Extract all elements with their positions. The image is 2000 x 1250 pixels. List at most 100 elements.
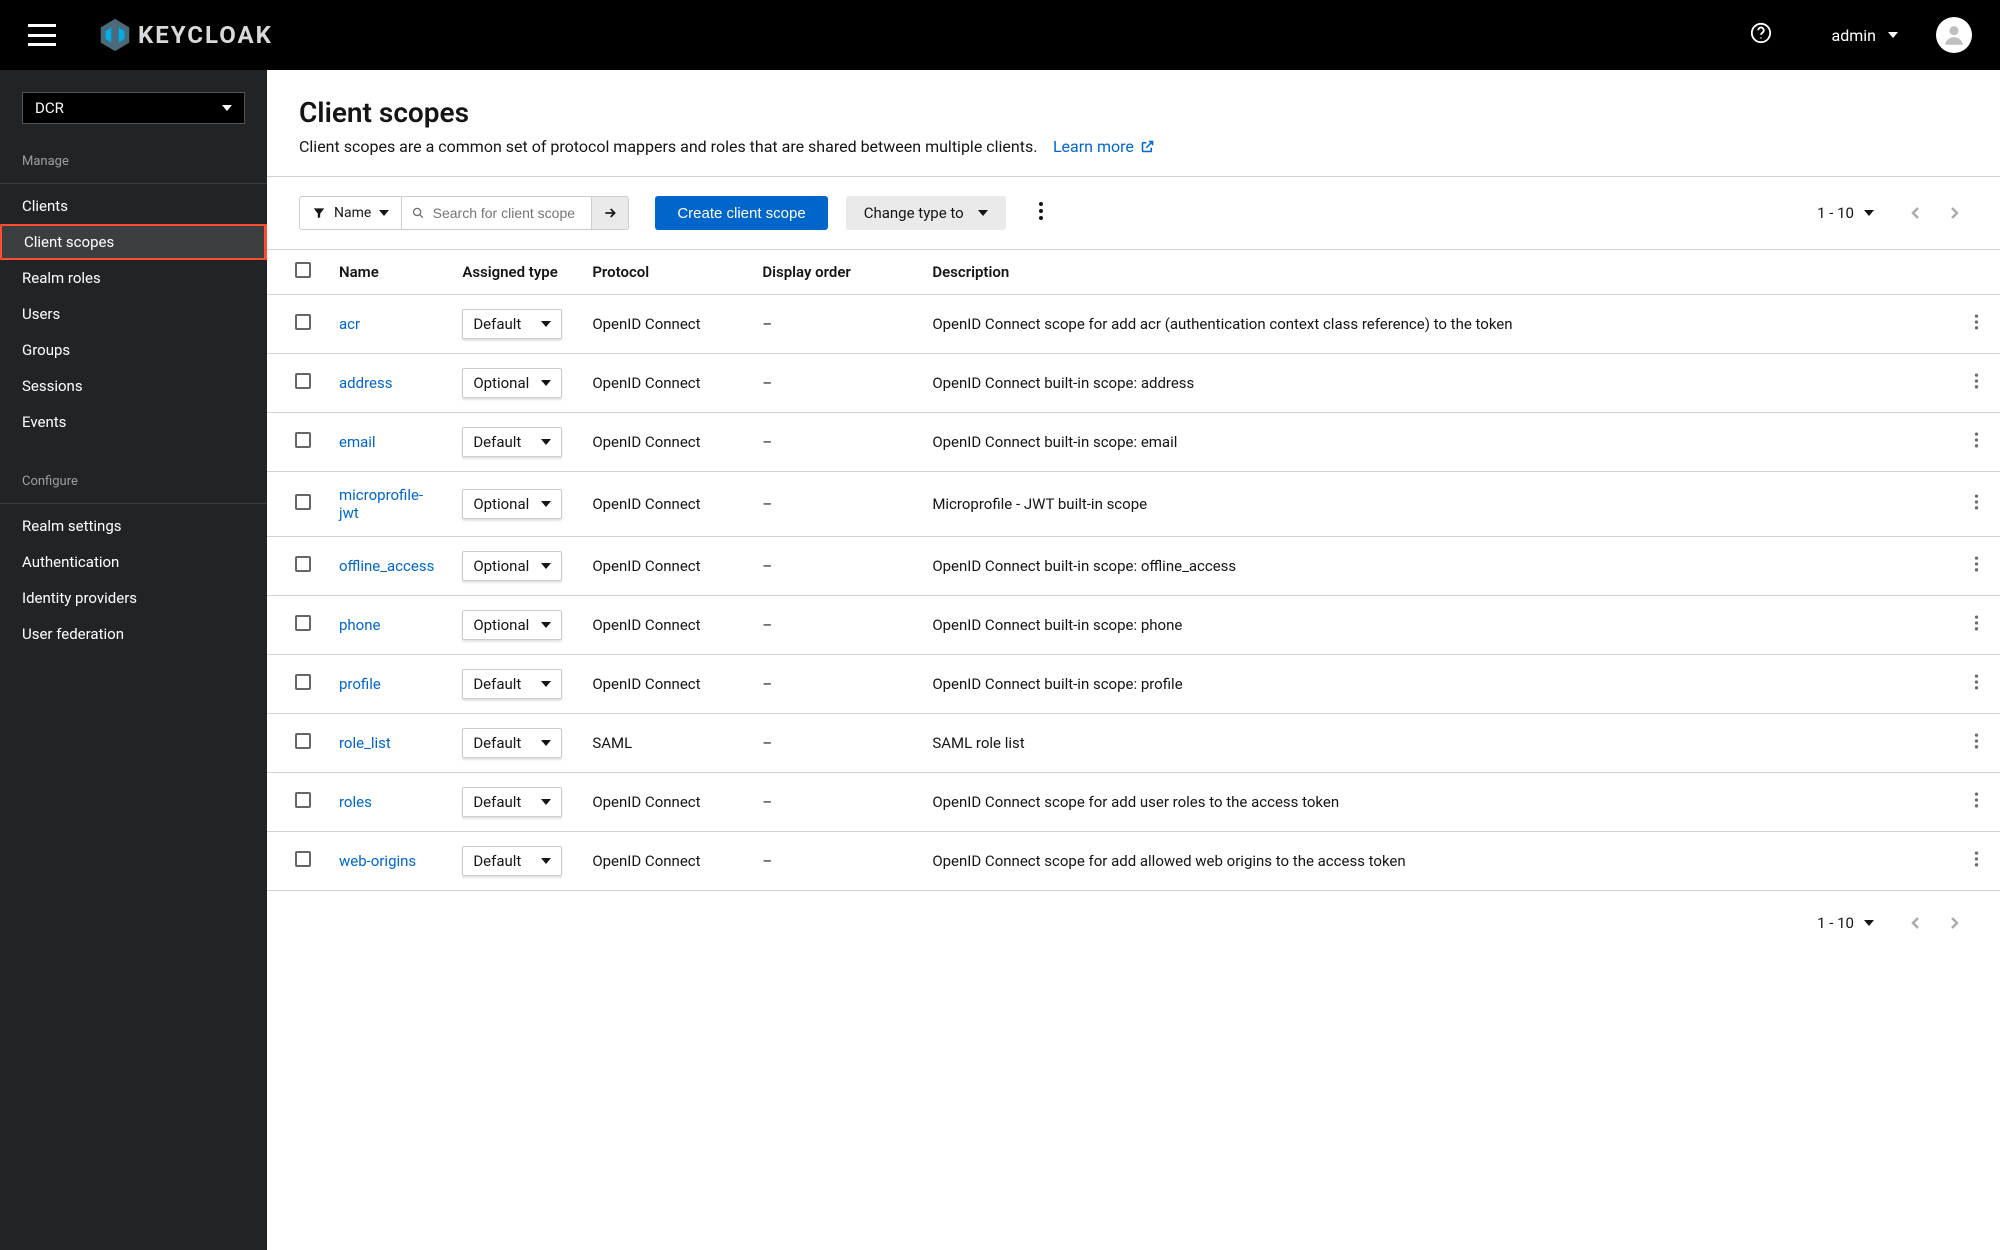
row-kebab[interactable] [1952,773,2000,832]
scope-name-link[interactable]: profile [339,675,381,693]
sidebar-item-label: Client scopes [24,233,114,251]
protocol-value: OpenID Connect [592,616,700,634]
sidebar-item-events[interactable]: Events [0,404,267,440]
select-all-checkbox[interactable] [295,262,311,278]
kebab-icon [1974,673,1979,691]
realm-name: DCR [35,99,64,117]
scope-name-link[interactable]: email [339,433,376,451]
row-checkbox[interactable] [295,314,311,330]
scope-name-link[interactable]: phone [339,616,380,634]
filter-attribute-select[interactable]: Name [299,196,401,230]
brand-text: KEYCLOAK [138,21,273,49]
pager-prev[interactable] [1902,909,1930,937]
row-checkbox[interactable] [295,494,311,510]
scope-name-link[interactable]: address [339,374,392,392]
display-order-value: – [762,616,772,634]
chevron-down-icon[interactable] [1864,210,1874,216]
filter-icon [312,206,326,220]
scope-name-link[interactable]: microprofile-jwt [339,486,423,522]
assigned-type-select[interactable]: Default [462,846,562,876]
create-client-scope-button[interactable]: Create client scope [655,196,827,230]
table-row: offline_access Optional OpenID Connect –… [267,537,2000,596]
kebab-icon [1974,791,1979,809]
row-kebab[interactable] [1952,832,2000,891]
chevron-down-icon[interactable] [1864,920,1874,926]
col-header-protocol[interactable]: Protocol [578,250,748,295]
sidebar-item-clients[interactable]: Clients [0,188,267,224]
realm-selector[interactable]: DCR [22,92,245,124]
assigned-type-value: Optional [473,616,529,634]
col-header-order[interactable]: Display order [748,250,918,295]
hamburger-menu[interactable] [28,24,56,46]
row-kebab[interactable] [1952,413,2000,472]
row-checkbox[interactable] [295,851,311,867]
sidebar-item-authentication[interactable]: Authentication [0,544,267,580]
assigned-type-select[interactable]: Optional [462,489,562,519]
row-kebab[interactable] [1952,472,2000,537]
row-checkbox[interactable] [295,792,311,808]
search-submit[interactable] [591,196,629,230]
sidebar-item-label: Groups [22,341,70,359]
sidebar-item-users[interactable]: Users [0,296,267,332]
row-kebab[interactable] [1952,537,2000,596]
sidebar-item-groups[interactable]: Groups [0,332,267,368]
scope-name-link[interactable]: role_list [339,734,391,752]
protocol-value: OpenID Connect [592,315,700,333]
sidebar-item-realm-roles[interactable]: Realm roles [0,260,267,296]
assigned-type-select[interactable]: Optional [462,368,562,398]
row-kebab[interactable] [1952,655,2000,714]
row-kebab[interactable] [1952,596,2000,655]
assigned-type-select[interactable]: Default [462,787,562,817]
row-checkbox[interactable] [295,432,311,448]
search-input[interactable] [433,205,582,221]
pager-next[interactable] [1940,199,1968,227]
row-checkbox[interactable] [295,556,311,572]
table-row: address Optional OpenID Connect – OpenID… [267,354,2000,413]
assigned-type-select[interactable]: Default [462,309,562,339]
sidebar-item-client-scopes[interactable]: Client scopes [0,224,267,260]
display-order-value: – [762,675,772,693]
brand-logo[interactable]: KEYCLOAK [96,16,273,54]
avatar[interactable] [1936,17,1972,53]
row-kebab[interactable] [1952,714,2000,773]
row-kebab[interactable] [1952,354,2000,413]
col-header-description[interactable]: Description [918,250,1952,295]
chevron-down-icon [379,210,389,216]
chevron-down-icon [541,439,551,445]
learn-more-link[interactable]: Learn more [1053,137,1155,156]
col-header-type[interactable]: Assigned type [448,250,578,295]
scope-name-link[interactable]: web-origins [339,852,416,870]
keycloak-logo-icon [96,16,134,54]
sidebar-item-label: Authentication [22,553,119,571]
table-row: microprofile-jwt Optional OpenID Connect… [267,472,2000,537]
assigned-type-select[interactable]: Default [462,669,562,699]
scope-name-link[interactable]: offline_access [339,557,434,575]
protocol-value: OpenID Connect [592,675,700,693]
row-checkbox[interactable] [295,733,311,749]
pager-prev[interactable] [1902,199,1930,227]
display-order-value: – [762,852,772,870]
change-type-button[interactable]: Change type to [846,196,1006,230]
pager-next[interactable] [1940,909,1968,937]
toolbar-kebab[interactable] [1030,193,1052,233]
sidebar-item-sessions[interactable]: Sessions [0,368,267,404]
assigned-type-select[interactable]: Optional [462,551,562,581]
assigned-type-select[interactable]: Optional [462,610,562,640]
help-button[interactable] [1750,22,1772,48]
scope-name-link[interactable]: roles [339,793,372,811]
row-checkbox[interactable] [295,674,311,690]
table-row: phone Optional OpenID Connect – OpenID C… [267,596,2000,655]
col-header-name[interactable]: Name [325,250,448,295]
scope-name-link[interactable]: acr [339,315,360,333]
user-menu[interactable]: admin [1832,17,1972,53]
assigned-type-select[interactable]: Default [462,728,562,758]
assigned-type-select[interactable]: Default [462,427,562,457]
sidebar-item-identity-providers[interactable]: Identity providers [0,580,267,616]
assigned-type-value: Default [473,675,521,693]
description-value: OpenID Connect built-in scope: phone [932,616,1182,634]
sidebar-item-realm-settings[interactable]: Realm settings [0,508,267,544]
row-checkbox[interactable] [295,615,311,631]
row-checkbox[interactable] [295,373,311,389]
sidebar-item-user-federation[interactable]: User federation [0,616,267,652]
row-kebab[interactable] [1952,295,2000,354]
